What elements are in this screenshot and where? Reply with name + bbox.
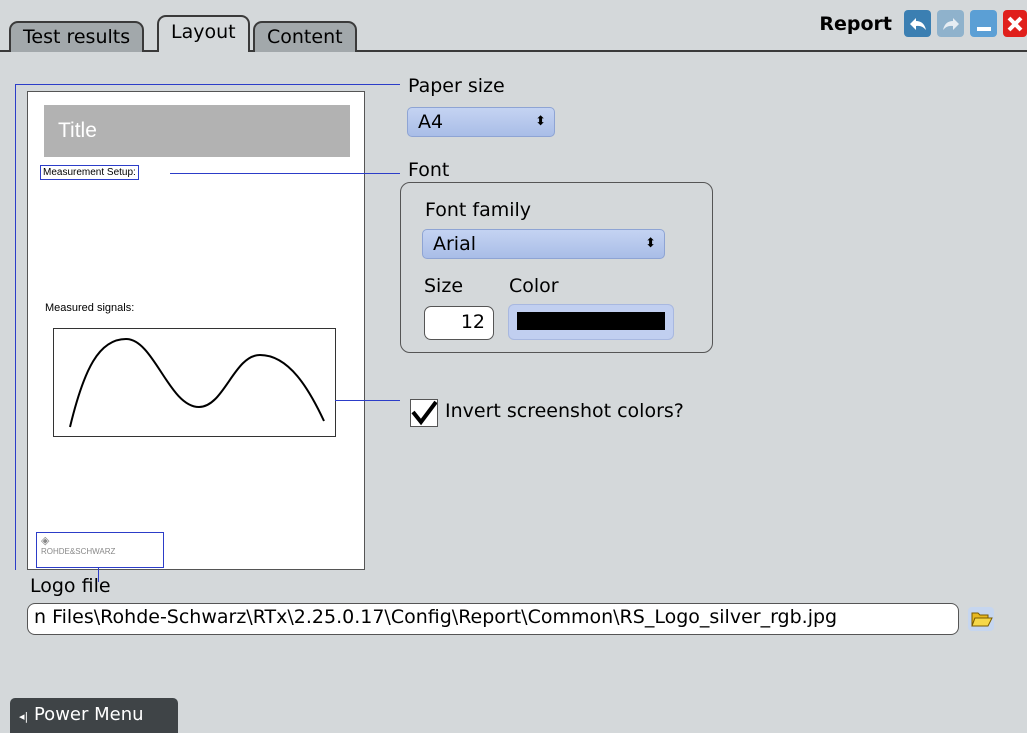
tab-test-results[interactable]: Test results (9, 21, 145, 52)
logo-file-value: n Files\Rohde-Schwarz\RTx\2.25.0.17\Conf… (34, 606, 838, 628)
preview-logo-text: ROHDE&SCHWARZ (41, 547, 116, 556)
minimize-icon[interactable] (970, 10, 997, 37)
window-controls: Report (819, 10, 1027, 37)
tab-content[interactable]: Content (253, 21, 357, 52)
left-arrow-icon: ◂| (19, 710, 29, 723)
font-size-input[interactable]: 12 (424, 306, 494, 340)
font-family-label: Font family (425, 199, 532, 221)
tab-underline (0, 50, 1027, 52)
close-icon[interactable] (1003, 10, 1027, 37)
paper-size-label: Paper size (408, 75, 505, 97)
preview-measured-signals: Measured signals: (45, 302, 135, 314)
invert-label: Invert screenshot colors? (445, 400, 684, 422)
checkmark-icon (411, 400, 438, 426)
invert-checkbox[interactable] (410, 399, 438, 427)
tab-layout[interactable]: Layout (157, 15, 250, 52)
setup-connector (170, 173, 400, 174)
rs-logo-icon: ◈ (41, 535, 50, 547)
waveform-curve (69, 337, 325, 428)
tab-bar: Test results Layout Content Report (0, 0, 1027, 52)
updown-arrow-icon: ⬍ (535, 114, 546, 129)
font-color-button[interactable] (508, 304, 674, 340)
power-menu-label: Power Menu (33, 704, 144, 725)
font-color-swatch (517, 312, 665, 330)
preview-measurement-setup: Measurement Setup: (40, 165, 139, 180)
page-frame-left-line (15, 84, 18, 570)
preview-title: Title (44, 105, 350, 157)
preview-waveform (53, 328, 336, 437)
font-family-select[interactable]: Arial ⬍ (422, 229, 665, 259)
logo-file-input[interactable]: n Files\Rohde-Schwarz\RTx\2.25.0.17\Conf… (27, 603, 959, 635)
font-size-label: Size (424, 275, 464, 297)
window-title: Report (819, 12, 892, 35)
invert-connector (335, 400, 400, 401)
preview-logo: ◈ ROHDE&SCHWARZ (36, 532, 164, 568)
redo-icon[interactable] (937, 10, 964, 37)
updown-arrow-icon: ⬍ (645, 236, 656, 251)
paper-size-select[interactable]: A4 ⬍ (407, 107, 555, 137)
undo-icon[interactable] (904, 10, 931, 37)
logo-file-label: Logo file (30, 575, 111, 597)
font-label: Font (408, 159, 450, 181)
font-color-label: Color (509, 275, 559, 297)
font-family-value: Arial (433, 233, 477, 255)
power-menu-button[interactable]: ◂| Power Menu (10, 698, 178, 733)
page-preview: Title Measurement Setup: Measured signal… (27, 91, 365, 570)
page-frame-top-line (15, 84, 400, 85)
folder-open-icon[interactable] (967, 606, 995, 634)
paper-size-value: A4 (418, 111, 444, 133)
